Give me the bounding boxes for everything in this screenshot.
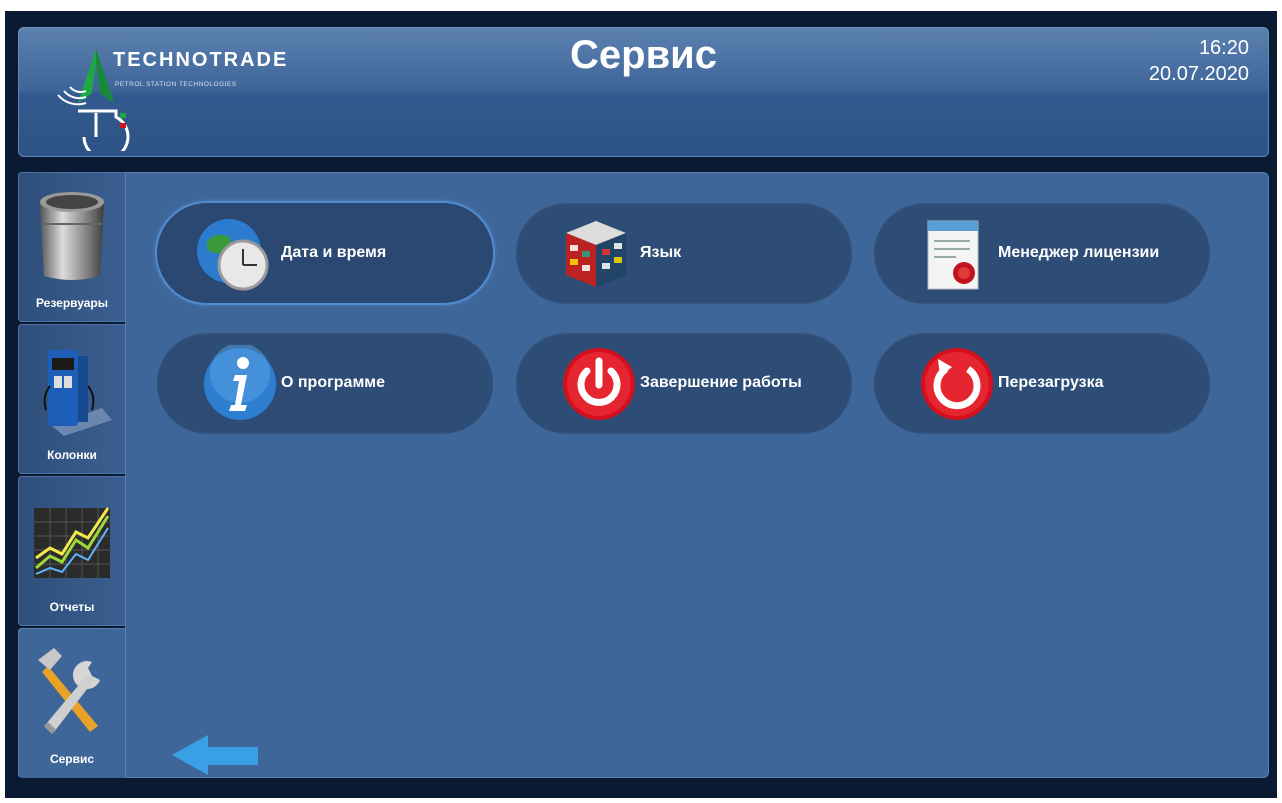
sidebar-item-label: Резервуары — [35, 296, 109, 310]
sidebar-item-tanks[interactable]: Резервуары — [18, 172, 126, 322]
restart-icon — [921, 348, 993, 420]
tank-icon — [40, 192, 104, 280]
page-title: Сервис — [570, 33, 717, 77]
chart-icon — [34, 507, 110, 578]
certificate-icon — [927, 220, 979, 290]
menu-item-label: Дата и время — [281, 244, 387, 261]
sidebar-item-reports[interactable]: Отчеты — [18, 476, 126, 626]
brand-tagline: PETROL STATION TECHNOLOGIES — [115, 81, 237, 88]
menu-item-label: О программе — [281, 374, 386, 391]
sidebar-item-service[interactable]: Сервис — [18, 628, 126, 778]
info-icon — [204, 345, 276, 420]
service-panel: Дата и время Язык Менеджер лицензии О пр… — [125, 172, 1269, 778]
about-button[interactable]: О программе — [157, 333, 493, 433]
menu-item-label: Перезагрузка — [998, 374, 1104, 391]
tools-icon — [38, 648, 100, 735]
globe-clock-icon — [197, 219, 269, 291]
date-time-button[interactable]: Дата и время — [157, 203, 493, 303]
header-bar: TECHNOTRADE PETROL STATION TECHNOLOGIES … — [18, 27, 1269, 157]
license-manager-button[interactable]: Менеджер лицензии — [874, 203, 1210, 303]
app-window: TECHNOTRADE PETROL STATION TECHNOLOGIES … — [5, 11, 1277, 798]
language-button[interactable]: Язык — [516, 203, 852, 303]
clock-time: 16:20 — [1198, 37, 1249, 59]
menu-item-label: Завершение работы — [640, 374, 802, 391]
sidebar-item-label: Сервис — [49, 752, 95, 766]
menu-item-label: Язык — [640, 244, 682, 261]
flags-cube-icon — [566, 221, 626, 287]
sidebar-item-label: Отчеты — [49, 600, 95, 614]
fuel-dispenser-icon — [43, 350, 112, 436]
shutdown-button[interactable]: Завершение работы — [516, 333, 852, 433]
back-arrow-icon[interactable] — [170, 733, 260, 777]
sidebar-item-label: Колонки — [47, 448, 97, 462]
clock-date: 20.07.2020 — [1148, 63, 1249, 85]
restart-button[interactable]: Перезагрузка — [874, 333, 1210, 433]
sidebar-item-dispensers[interactable]: Колонки — [18, 324, 126, 474]
power-icon — [563, 348, 635, 420]
menu-item-label: Менеджер лицензии — [998, 244, 1160, 261]
